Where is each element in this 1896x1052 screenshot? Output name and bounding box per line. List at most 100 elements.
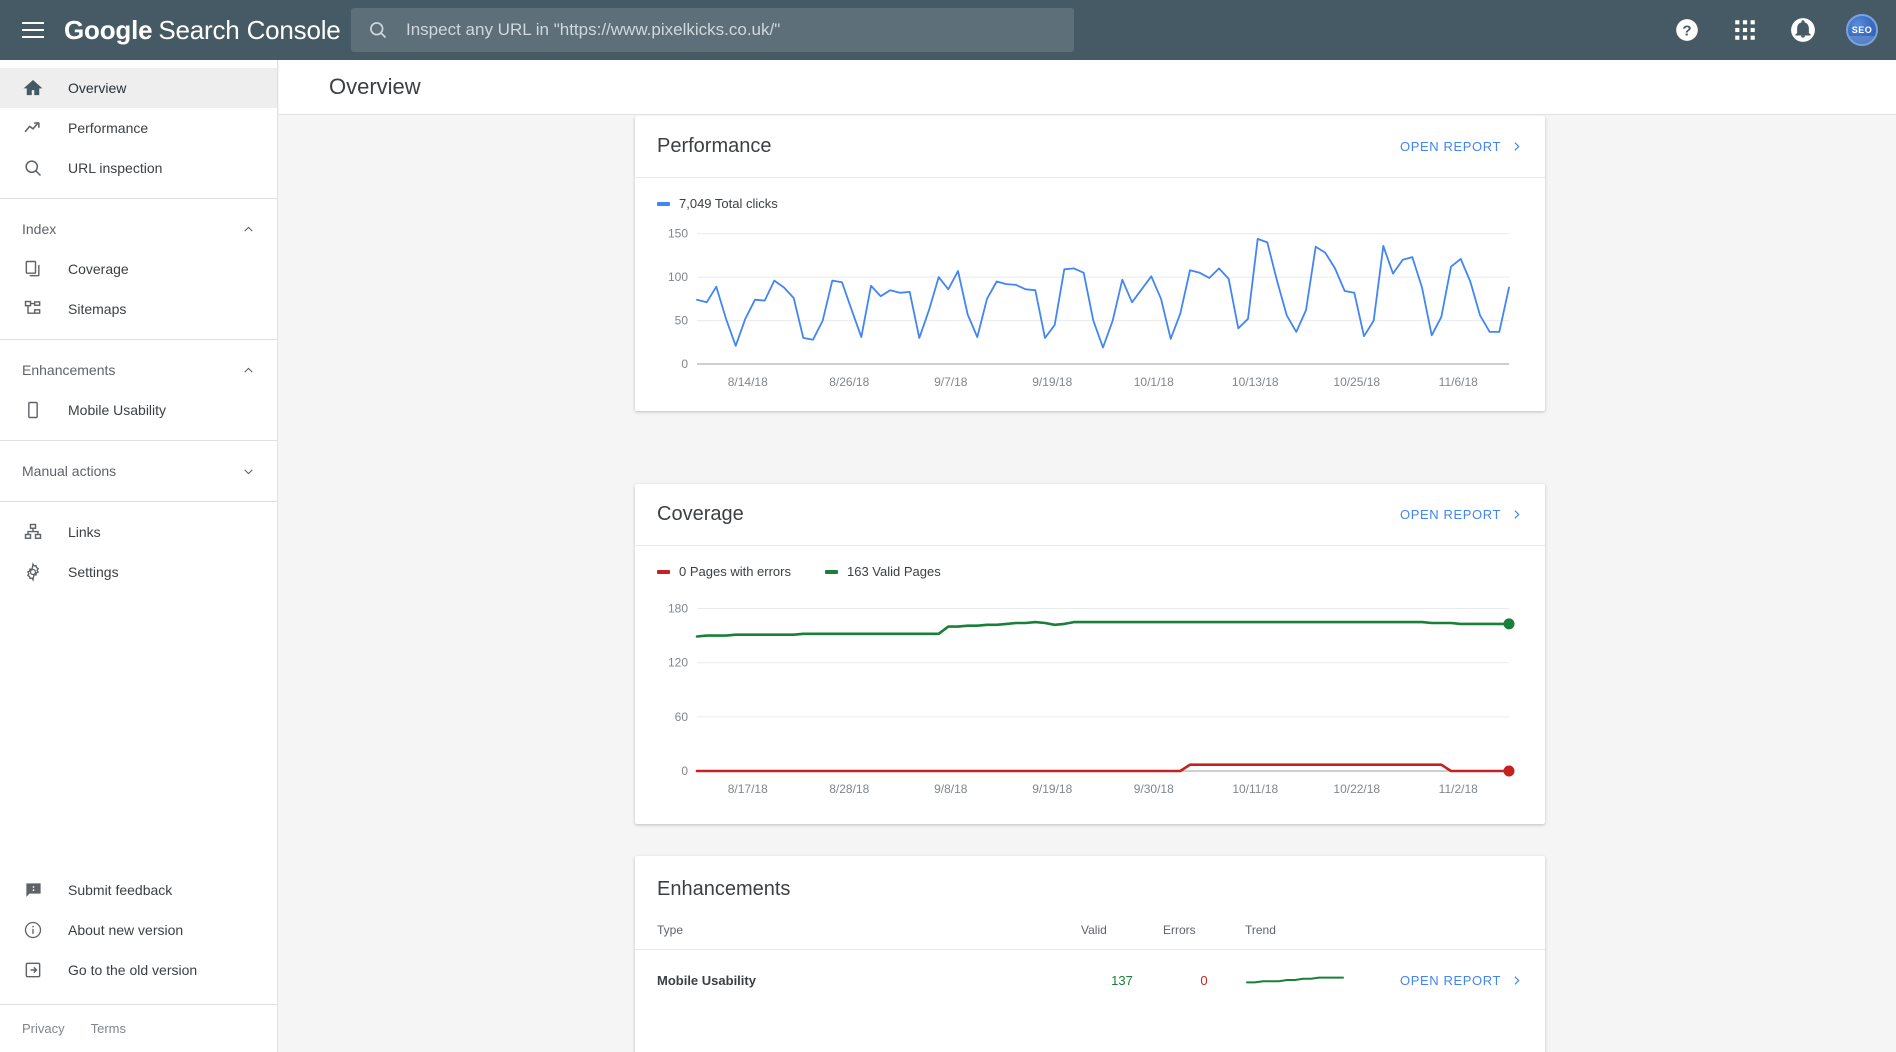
sidebar-item-overview[interactable]: Overview bbox=[0, 68, 277, 108]
main-content: Performance OPEN REPORT 7,049 Total clic… bbox=[279, 116, 1896, 1052]
sidebar-item-coverage[interactable]: Coverage bbox=[0, 249, 277, 289]
sidebar-bottom-nav: Submit feedback About new version Go to … bbox=[0, 870, 277, 990]
app-brand: Google Search Console bbox=[64, 15, 341, 46]
search-input[interactable] bbox=[406, 20, 1074, 40]
sidebar-group-index[interactable]: Index bbox=[0, 209, 277, 249]
mobile-usability-open-report-button[interactable]: OPEN REPORT bbox=[1375, 973, 1523, 988]
avatar-label: SEO bbox=[1851, 25, 1873, 35]
svg-text:0: 0 bbox=[681, 357, 688, 371]
svg-text:180: 180 bbox=[668, 602, 688, 616]
exit-arrow-icon bbox=[22, 959, 44, 981]
mobile-usability-open-report-label: OPEN REPORT bbox=[1400, 973, 1501, 988]
sidebar-label-settings: Settings bbox=[68, 564, 119, 580]
mobile-phone-icon bbox=[22, 399, 44, 421]
home-icon bbox=[22, 77, 44, 99]
legend-swatch-red bbox=[657, 569, 670, 574]
svg-text:10/11/18: 10/11/18 bbox=[1232, 782, 1278, 796]
enhancements-card-header: Enhancements bbox=[635, 856, 1545, 901]
enhancements-table-body: Mobile Usability 137 0 OPEN REPORT bbox=[635, 949, 1545, 1012]
sidebar-item-sitemaps[interactable]: Sitemaps bbox=[0, 289, 277, 329]
sidebar-group-manual-actions[interactable]: Manual actions bbox=[0, 451, 277, 491]
sidebar-item-submit-feedback[interactable]: Submit feedback bbox=[0, 870, 277, 910]
svg-text:10/25/18: 10/25/18 bbox=[1333, 375, 1380, 389]
search-icon bbox=[22, 157, 44, 179]
sidebar-item-mobile-usability[interactable]: Mobile Usability bbox=[0, 390, 277, 430]
enhancements-table: Type Valid Errors Trend Mobile Usability… bbox=[635, 901, 1545, 1011]
sidebar-label-coverage: Coverage bbox=[68, 261, 129, 277]
chevron-down-icon bbox=[241, 464, 255, 478]
apps-grid-icon[interactable] bbox=[1730, 15, 1760, 45]
page-header: Overview bbox=[279, 60, 1896, 115]
performance-open-report-button[interactable]: OPEN REPORT bbox=[1400, 139, 1523, 154]
sitemap-icon bbox=[22, 298, 44, 320]
hamburger-menu-icon[interactable] bbox=[22, 22, 44, 38]
feedback-icon bbox=[22, 879, 44, 901]
column-header-valid: Valid bbox=[1081, 923, 1107, 937]
bell-icon[interactable] bbox=[1788, 15, 1818, 45]
sidebar-label-submit-feedback: Submit feedback bbox=[68, 882, 173, 898]
cell-open-report: OPEN REPORT bbox=[1375, 950, 1545, 1012]
chevron-up-icon bbox=[241, 363, 255, 377]
svg-text:150: 150 bbox=[668, 227, 688, 241]
svg-text:9/19/18: 9/19/18 bbox=[1032, 782, 1072, 796]
trending-up-icon bbox=[22, 117, 44, 139]
sidebar-divider bbox=[0, 339, 277, 340]
svg-text:8/26/18: 8/26/18 bbox=[829, 375, 869, 389]
chevron-up-icon bbox=[241, 222, 255, 236]
sidebar-label-go-to-old-version: Go to the old version bbox=[68, 962, 198, 978]
sidebar-secondary-nav: Links Settings bbox=[0, 512, 277, 592]
brand-google: Google bbox=[64, 14, 153, 45]
table-row[interactable]: Mobile Usability 137 0 OPEN REPORT bbox=[635, 949, 1545, 1012]
legend-label-pages-with-errors: 0 Pages with errors bbox=[679, 564, 791, 579]
user-avatar[interactable]: SEO bbox=[1846, 14, 1878, 46]
terms-link[interactable]: Terms bbox=[91, 1021, 126, 1036]
sidebar-label-overview: Overview bbox=[68, 80, 127, 96]
url-inspection-searchbox[interactable] bbox=[351, 8, 1074, 52]
legend-swatch-green bbox=[825, 569, 838, 574]
performance-card-title: Performance bbox=[657, 135, 772, 157]
legend-swatch-blue bbox=[657, 201, 670, 206]
legend-label-total-clicks: 7,049 Total clicks bbox=[679, 196, 778, 211]
info-circle-icon bbox=[22, 919, 44, 941]
svg-text:9/30/18: 9/30/18 bbox=[1134, 782, 1174, 796]
performance-plot: 0 50 100 150 8/14/18 8/26/18 9/7/18 9/19/18 10/1… bbox=[635, 211, 1545, 414]
cell-trend-sparkline bbox=[1245, 950, 1375, 1012]
sidebar-group-title-enhancements: Enhancements bbox=[22, 362, 116, 378]
sidebar-group-title-manual-actions: Manual actions bbox=[22, 463, 117, 479]
sidebar-item-about-new-version[interactable]: About new version bbox=[0, 910, 277, 950]
help-circle-icon[interactable]: ? bbox=[1672, 15, 1702, 45]
sidebar-label-performance: Performance bbox=[68, 120, 149, 136]
sidebar-item-links[interactable]: Links bbox=[0, 512, 277, 552]
svg-text:0: 0 bbox=[681, 764, 688, 778]
svg-text:9/8/18: 9/8/18 bbox=[934, 782, 968, 796]
sidebar-divider bbox=[0, 501, 277, 502]
page-title: Overview bbox=[329, 74, 421, 99]
performance-card-header: Performance OPEN REPORT bbox=[635, 116, 1545, 178]
pages-copy-icon bbox=[22, 258, 44, 280]
svg-text:10/22/18: 10/22/18 bbox=[1333, 782, 1380, 796]
sidebar-group-enhancements[interactable]: Enhancements bbox=[0, 350, 277, 390]
trend-sparkline-svg bbox=[1246, 976, 1344, 984]
cell-errors-count: 0 bbox=[1200, 973, 1208, 988]
column-header-action bbox=[1375, 901, 1545, 950]
search-icon bbox=[368, 20, 388, 40]
sidebar-item-settings[interactable]: Settings bbox=[0, 552, 277, 592]
gear-icon bbox=[22, 561, 44, 583]
performance-legend: 7,049 Total clicks bbox=[635, 178, 1545, 211]
cell-type-mobile-usability: Mobile Usability bbox=[657, 973, 756, 988]
privacy-link[interactable]: Privacy bbox=[22, 1021, 65, 1036]
svg-text:8/14/18: 8/14/18 bbox=[728, 375, 768, 389]
table-header-row: Type Valid Errors Trend bbox=[635, 901, 1545, 950]
sidebar-item-go-to-old-version[interactable]: Go to the old version bbox=[0, 950, 277, 990]
performance-open-report-label: OPEN REPORT bbox=[1400, 139, 1501, 154]
performance-chart-svg: 0 50 100 150 8/14/18 8/26/18 9/7/18 9/19/18 10/1… bbox=[668, 227, 1510, 389]
svg-text:8/28/18: 8/28/18 bbox=[829, 782, 869, 796]
sidebar-item-url-inspection[interactable]: URL inspection bbox=[0, 148, 277, 188]
enhancements-card-title: Enhancements bbox=[657, 878, 791, 900]
performance-card: Performance OPEN REPORT 7,049 Total clic… bbox=[635, 116, 1545, 411]
sidebar-item-performance[interactable]: Performance bbox=[0, 108, 277, 148]
coverage-open-report-button[interactable]: OPEN REPORT bbox=[1400, 507, 1523, 522]
left-sidebar: Overview Performance URL inspection Inde… bbox=[0, 60, 278, 1052]
chevron-right-icon bbox=[1514, 976, 1520, 985]
brand-search-console: Search Console bbox=[158, 14, 341, 45]
